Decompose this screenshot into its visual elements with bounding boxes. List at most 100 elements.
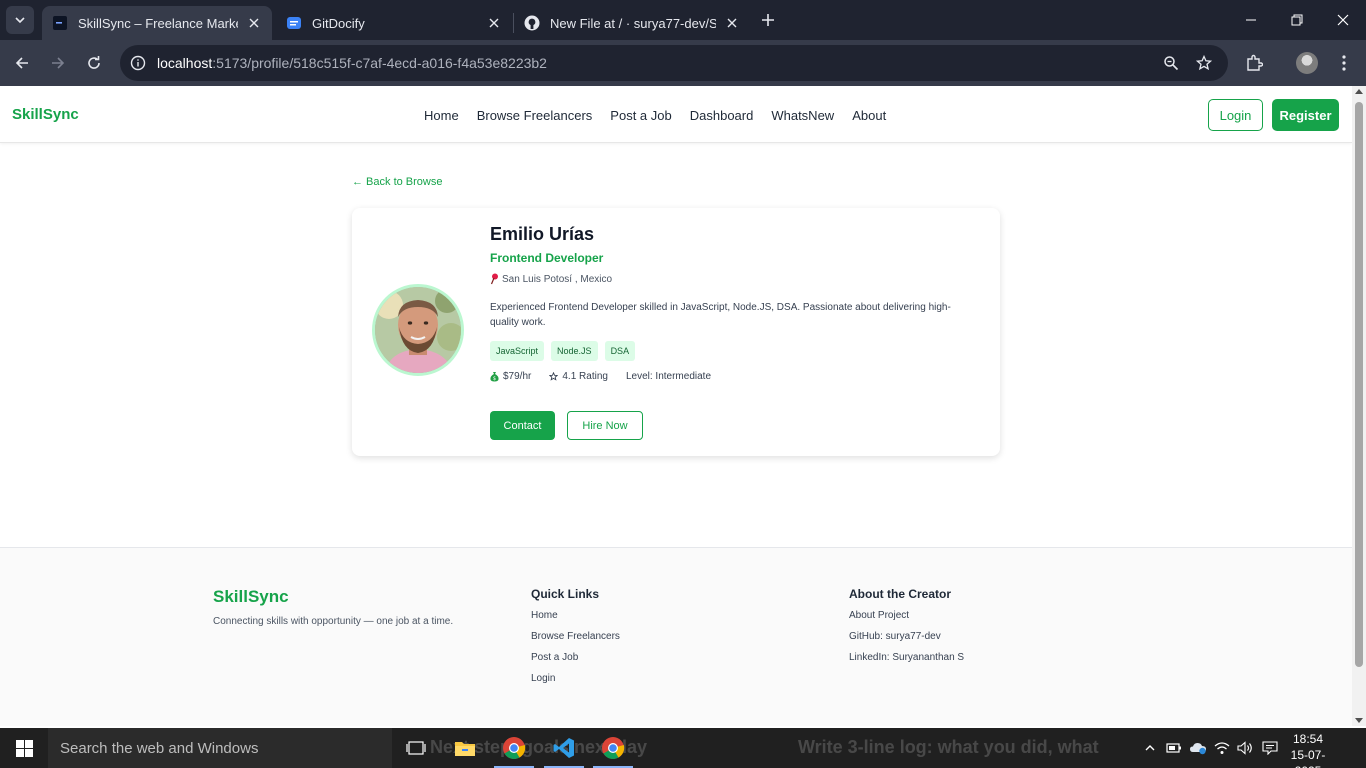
chrome-taskbar-button[interactable] [490, 728, 538, 768]
footer-about-creator: About the Creator About Project GitHub: … [849, 587, 964, 672]
battery-icon[interactable] [1164, 738, 1184, 758]
tab-title: GitDocify [312, 15, 365, 31]
site-info-icon[interactable] [128, 53, 148, 73]
freelancer-location: San Luis Potosí , Mexico [490, 273, 612, 285]
close-tab-icon[interactable] [246, 15, 262, 31]
back-button[interactable] [8, 49, 36, 77]
money-bag-icon: $ [490, 371, 499, 382]
new-tab-button[interactable] [756, 8, 780, 32]
footer-link-post-job[interactable]: Post a Job [531, 651, 620, 672]
profile-avatar-icon[interactable] [1293, 49, 1321, 77]
hire-now-button[interactable]: Hire Now [567, 411, 643, 440]
footer-link-github[interactable]: GitHub: surya77-dev [849, 630, 964, 651]
arrow-right-icon [52, 57, 65, 69]
page-scrollbar[interactable] [1352, 86, 1366, 726]
nav-post-job[interactable]: Post a Job [610, 108, 671, 123]
hourly-rate: $ $79/hr [490, 371, 531, 382]
back-to-browse-link[interactable]: ← Back to Browse [352, 176, 442, 188]
arrow-left-icon [15, 57, 28, 69]
nav-about[interactable]: About [852, 108, 886, 123]
footer-quick-links: Quick Links Home Browse Freelancers Post… [531, 587, 620, 693]
wifi-icon[interactable] [1212, 738, 1232, 758]
nav-whatsnew[interactable]: WhatsNew [771, 108, 834, 123]
page-viewport: SkillSync Home Browse Freelancers Post a… [0, 86, 1352, 726]
background-window-text: Write 3-line log: what you did, what [798, 737, 1099, 757]
start-button[interactable] [0, 728, 48, 768]
skillsync-favicon-icon [52, 15, 68, 31]
site-header: SkillSync Home Browse Freelancers Post a… [0, 86, 1352, 143]
notifications-icon[interactable] [1260, 738, 1280, 758]
minimize-icon [1246, 19, 1256, 21]
tab-search-button[interactable] [6, 6, 34, 34]
gitdocify-favicon-icon [286, 15, 302, 31]
register-button[interactable]: Register [1272, 99, 1339, 131]
vscode-taskbar-button[interactable] [540, 728, 588, 768]
forward-button[interactable] [44, 49, 72, 77]
system-clock[interactable]: 18:54 15-07-2025 [1280, 731, 1336, 768]
scroll-thumb[interactable] [1355, 102, 1363, 667]
onedrive-icon[interactable] [1188, 738, 1208, 758]
reload-button[interactable] [80, 49, 108, 77]
footer-link-login[interactable]: Login [531, 672, 620, 693]
chevron-up-icon[interactable] [1140, 738, 1160, 758]
volume-icon[interactable] [1235, 738, 1255, 758]
footer-link-home[interactable]: Home [531, 609, 620, 630]
experience-level: Level: Intermediate [625, 371, 712, 382]
vscode-icon [553, 738, 574, 758]
footer-link-browse-freelancers[interactable]: Browse Freelancers [531, 630, 620, 651]
github-icon [524, 15, 540, 31]
close-tab-icon[interactable] [486, 15, 502, 31]
site-footer: SkillSync Connecting skills with opportu… [0, 547, 1352, 726]
nav-dashboard[interactable]: Dashboard [690, 108, 754, 123]
file-explorer-button[interactable] [441, 728, 489, 768]
footer-link-linkedin[interactable]: LinkedIn: Suryananthan S [849, 651, 964, 672]
nav-home[interactable]: Home [424, 108, 459, 123]
contact-button[interactable]: Contact [490, 411, 555, 440]
freelancer-stats: $ $79/hr 4.1 Rating Level: Intermediate [490, 371, 729, 382]
close-window-button[interactable] [1320, 0, 1366, 40]
site-logo[interactable]: SkillSync [12, 106, 79, 123]
svg-text:$: $ [493, 376, 496, 382]
profile-photo [372, 284, 464, 376]
close-icon [1337, 14, 1349, 26]
star-icon [549, 372, 559, 381]
chrome-taskbar-button-2[interactable] [589, 728, 637, 768]
chrome-icon [602, 737, 625, 759]
tab-skillsync[interactable]: SkillSync – Freelance Marketplace [42, 6, 272, 40]
tab-github[interactable]: New File at / · surya77-dev/SkillSync [514, 6, 750, 40]
scroll-down-arrow-icon[interactable] [1355, 718, 1363, 723]
rating: 4.1 Rating [549, 371, 608, 382]
zoom-icon[interactable] [1161, 53, 1181, 73]
footer-tagline: Connecting skills with opportunity — one… [213, 616, 454, 627]
minimize-window-button[interactable] [1228, 0, 1274, 40]
windows-taskbar: Search the web and Windows Next step: go… [0, 728, 1366, 768]
task-view-icon [406, 741, 426, 755]
browser-tab-bar: SkillSync – Freelance Marketplace GitDoc… [0, 0, 1366, 40]
kebab-menu-icon[interactable] [1330, 49, 1358, 77]
bookmark-star-icon[interactable] [1194, 53, 1214, 73]
close-tab-icon[interactable] [724, 15, 740, 31]
footer-creator-title: About the Creator [849, 587, 951, 601]
address-bar[interactable]: localhost:5173/profile/518c515f-c7af-4ec… [120, 45, 1228, 81]
extensions-icon[interactable] [1240, 49, 1268, 77]
footer-link-about-project[interactable]: About Project [849, 609, 964, 630]
plus-icon [762, 14, 774, 26]
chevron-down-icon [15, 17, 25, 24]
nav-browse-freelancers[interactable]: Browse Freelancers [477, 108, 593, 123]
hourly-rate-value: $79/hr [503, 371, 532, 382]
skill-tag: DSA [604, 341, 636, 361]
scroll-up-arrow-icon[interactable] [1355, 89, 1363, 94]
tab-title: SkillSync – Freelance Marketplace [78, 15, 238, 31]
task-view-button[interactable] [392, 728, 440, 768]
restore-window-button[interactable] [1274, 0, 1320, 40]
url-text[interactable]: localhost:5173/profile/518c515f-c7af-4ec… [157, 55, 547, 71]
reload-icon [88, 56, 100, 69]
windows-logo-icon [15, 739, 33, 757]
freelancer-title: Frontend Developer [490, 251, 604, 265]
url-path: :5173/profile/518c515f-c7af-4ecd-a016-f4… [212, 55, 547, 71]
login-button[interactable]: Login [1208, 99, 1263, 131]
tab-gitdocify[interactable]: GitDocify [276, 6, 512, 40]
skill-tag: Node.JS [551, 341, 598, 361]
taskbar-search[interactable]: Search the web and Windows [48, 728, 392, 768]
skill-tag: JavaScript [490, 341, 545, 361]
